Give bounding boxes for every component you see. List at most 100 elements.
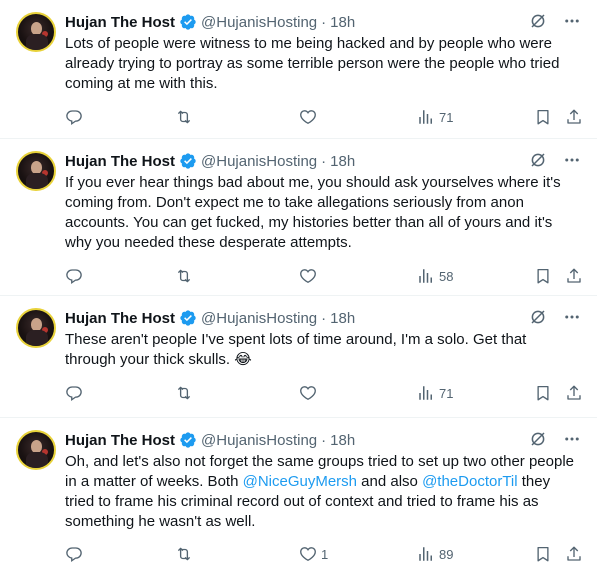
share-button[interactable]	[565, 266, 583, 286]
share-button[interactable]	[565, 383, 583, 403]
reply-icon	[65, 545, 83, 563]
bookmark-icon	[534, 108, 552, 126]
tweet-text: Lots of people were witness to me being …	[65, 35, 560, 92]
grok-icon[interactable]	[529, 430, 547, 448]
bookmark-button[interactable]	[534, 107, 552, 127]
share-icon	[565, 545, 583, 563]
more-icon[interactable]	[563, 430, 581, 448]
reply-button[interactable]	[65, 544, 83, 564]
user-handle[interactable]: @HujanisHosting	[201, 432, 317, 449]
bookmark-button[interactable]	[534, 266, 552, 286]
more-icon[interactable]	[563, 151, 581, 169]
display-name[interactable]: Hujan The Host	[65, 432, 175, 449]
reply-icon	[65, 267, 83, 285]
avatar[interactable]	[16, 151, 56, 191]
views-icon	[417, 108, 435, 126]
tweet[interactable]: Hujan The Host @HujanisHosting · 18h Lot…	[0, 0, 597, 139]
tweet-actions: 1 89	[65, 544, 583, 564]
views-icon	[417, 267, 435, 285]
separator: ·	[321, 309, 327, 327]
like-button[interactable]	[299, 266, 321, 286]
share-button[interactable]	[565, 544, 583, 564]
views-button[interactable]: 71	[417, 107, 453, 127]
display-name[interactable]: Hujan The Host	[65, 153, 175, 170]
display-name[interactable]: Hujan The Host	[65, 14, 175, 31]
like-icon	[299, 267, 317, 285]
like-icon	[299, 545, 317, 563]
retweet-button[interactable]	[175, 107, 193, 127]
grok-icon[interactable]	[529, 12, 547, 30]
reply-icon	[65, 384, 83, 402]
bookmark-icon	[534, 545, 552, 563]
views-button[interactable]: 71	[417, 383, 453, 403]
verified-badge-icon	[179, 431, 197, 449]
reply-button[interactable]	[65, 107, 83, 127]
retweet-icon	[175, 384, 193, 402]
reply-button[interactable]	[65, 383, 83, 403]
user-handle[interactable]: @HujanisHosting	[201, 310, 317, 327]
tweet[interactable]: Hujan The Host @HujanisHosting · 18h If …	[0, 139, 597, 296]
bookmark-button[interactable]	[534, 544, 552, 564]
retweet-icon	[175, 267, 193, 285]
avatar[interactable]	[16, 308, 56, 348]
retweet-button[interactable]	[175, 266, 193, 286]
grok-icon[interactable]	[529, 151, 547, 169]
share-button[interactable]	[565, 107, 583, 127]
views-count: 58	[439, 268, 454, 284]
views-count: 71	[439, 109, 454, 125]
verified-badge-icon	[179, 309, 197, 327]
tweet[interactable]: Hujan The Host @HujanisHosting · 18h Oh,…	[0, 418, 597, 575]
timestamp[interactable]: 18h	[330, 432, 355, 449]
like-button[interactable]	[299, 107, 321, 127]
display-name[interactable]: Hujan The Host	[65, 310, 175, 327]
like-button[interactable]: 1	[299, 544, 328, 564]
separator: ·	[321, 152, 327, 170]
tweet-header: Hujan The Host @HujanisHosting · 18h	[65, 151, 581, 171]
tweet-text-part: and also	[357, 473, 423, 490]
tweet[interactable]: Hujan The Host @HujanisHosting · 18h The…	[0, 296, 597, 418]
bookmark-icon	[534, 384, 552, 402]
bookmark-button[interactable]	[534, 383, 552, 403]
like-button[interactable]	[299, 383, 321, 403]
views-button[interactable]: 89	[417, 544, 453, 564]
views-count: 89	[439, 546, 454, 562]
tweet-text: These aren't people I've spent lots of t…	[65, 331, 527, 368]
views-count: 71	[439, 385, 454, 401]
tweet-actions: 71	[65, 383, 583, 403]
avatar[interactable]	[16, 430, 56, 470]
timestamp[interactable]: 18h	[330, 310, 355, 327]
mention-link[interactable]: @theDoctorTil	[422, 473, 518, 490]
more-icon[interactable]	[563, 308, 581, 326]
retweet-icon	[175, 545, 193, 563]
tweet-actions: 58	[65, 266, 583, 286]
mention-link[interactable]: @NiceGuyMersh	[243, 473, 357, 490]
like-icon	[299, 384, 317, 402]
retweet-button[interactable]	[175, 383, 193, 403]
views-icon	[417, 384, 435, 402]
bookmark-icon	[534, 267, 552, 285]
timestamp[interactable]: 18h	[330, 153, 355, 170]
user-handle[interactable]: @HujanisHosting	[201, 14, 317, 31]
separator: ·	[321, 431, 327, 449]
user-handle[interactable]: @HujanisHosting	[201, 153, 317, 170]
retweet-button[interactable]	[175, 544, 193, 564]
tweet-text: Oh, and let's also not forget the same g…	[65, 452, 577, 532]
tweet-header: Hujan The Host @HujanisHosting · 18h	[65, 308, 581, 328]
reply-icon	[65, 108, 83, 126]
retweet-icon	[175, 108, 193, 126]
like-icon	[299, 108, 317, 126]
views-button[interactable]: 58	[417, 266, 453, 286]
verified-badge-icon	[179, 13, 197, 31]
views-icon	[417, 545, 435, 563]
tweet-header: Hujan The Host @HujanisHosting · 18h	[65, 12, 581, 32]
more-icon[interactable]	[563, 12, 581, 30]
share-icon	[565, 267, 583, 285]
separator: ·	[321, 13, 327, 31]
like-count: 1	[321, 546, 329, 562]
tweet-text: If you ever hear things bad about me, yo…	[65, 174, 561, 251]
reply-button[interactable]	[65, 266, 83, 286]
share-icon	[565, 108, 583, 126]
avatar[interactable]	[16, 12, 56, 52]
grok-icon[interactable]	[529, 308, 547, 326]
timestamp[interactable]: 18h	[330, 14, 355, 31]
